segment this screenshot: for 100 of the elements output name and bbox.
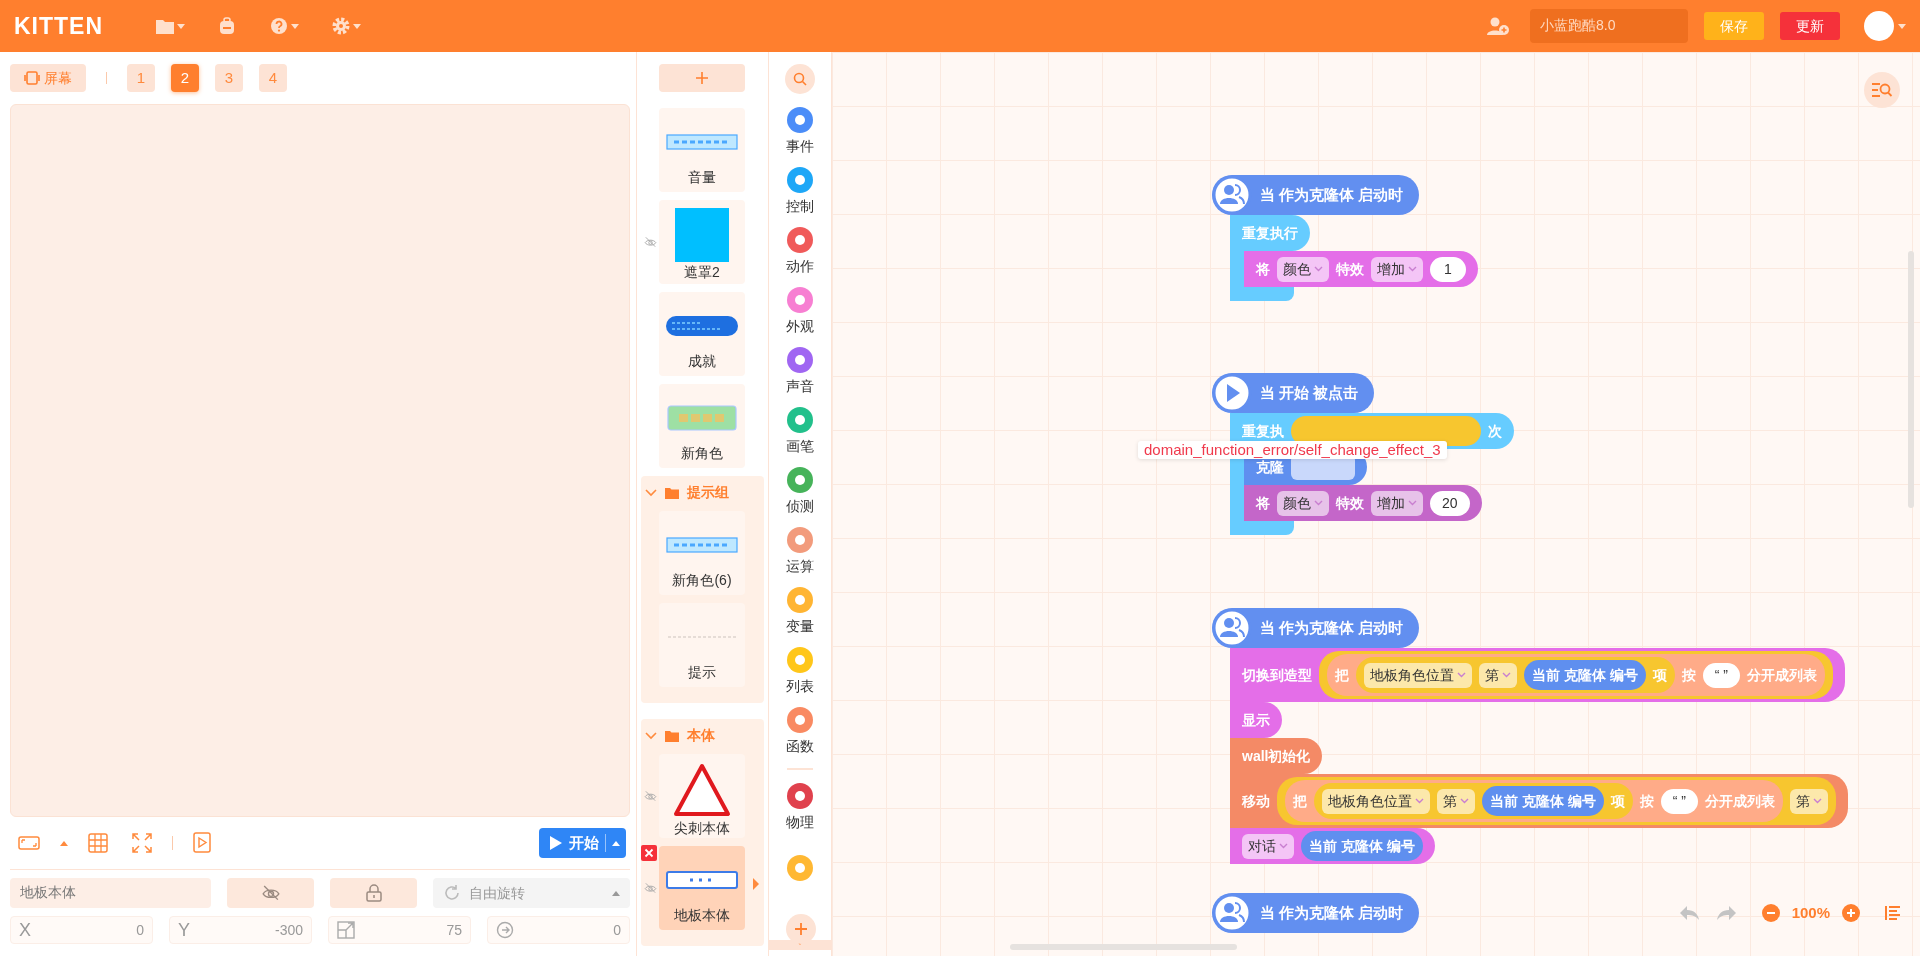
block-dropdown[interactable]: 地板角色位置: [1322, 788, 1430, 814]
reporter-block[interactable]: 把 地板角色位置 第 当前 克隆体 编号 项 按 “ ” 分开成列表: [1327, 654, 1825, 696]
block-label: 把: [1293, 791, 1307, 811]
block-dropdown[interactable]: 增加: [1371, 490, 1423, 516]
visibility-button[interactable]: [227, 878, 315, 908]
people-icon: [1212, 608, 1252, 648]
field-label: X: [19, 919, 31, 941]
category-item[interactable]: 画笔: [786, 402, 814, 462]
sprite-card[interactable]: 新角色(6): [659, 511, 745, 595]
block-search-button[interactable]: [1864, 72, 1900, 108]
category-item[interactable]: 函数: [786, 702, 814, 762]
block-label: 将: [1256, 259, 1270, 279]
hat-label: 当 作为克隆体 启动时: [1260, 617, 1404, 638]
sprite-name: 新角色(6): [672, 571, 732, 590]
sprite-name: 地板本体: [674, 906, 730, 925]
block-label: 按: [1681, 665, 1696, 685]
block-label: 项: [1652, 665, 1667, 685]
block-dropdown[interactable]: 增加: [1371, 256, 1423, 282]
caret-up-icon: [612, 840, 620, 846]
block-label: 分开成列表: [1747, 665, 1817, 685]
grid-icon: [88, 833, 108, 853]
block-label: 将: [1256, 493, 1270, 513]
category-item[interactable]: 运算: [786, 522, 814, 582]
sprite-card[interactable]: 音量: [659, 108, 745, 192]
add-user-icon: [1486, 16, 1510, 36]
start-button[interactable]: 开始: [539, 828, 626, 858]
sprite-thumbnail: [666, 315, 738, 336]
update-button[interactable]: 更新: [1780, 12, 1840, 40]
add-extension-button[interactable]: [786, 914, 816, 944]
block-label: 次: [1488, 421, 1502, 441]
text-field[interactable]: “ ”: [1702, 662, 1740, 688]
block-dropdown[interactable]: 对话: [1242, 833, 1294, 859]
category-item[interactable]: 变量: [786, 582, 814, 642]
sprite-name: 成就: [688, 352, 716, 371]
redo-icon: [1715, 904, 1738, 922]
code-block[interactable]: 切换到造型 把 地板角色位置 第 当前 克隆体 编号 项 按 “ ” 分开成列表: [1230, 648, 1845, 702]
delete-icon[interactable]: [641, 845, 657, 861]
search-list-icon: [1871, 81, 1893, 99]
code-block[interactable]: 将 颜色 特效 增加 1: [1244, 251, 1478, 287]
block-dropdown[interactable]: 第: [1479, 662, 1517, 688]
horizontal-scrollbar[interactable]: [1010, 944, 1237, 950]
settings-icon: [331, 17, 352, 35]
block-label: 按: [1639, 791, 1654, 811]
sprite-card[interactable]: 成就: [659, 292, 745, 376]
category-item[interactable]: 物理: [786, 778, 814, 838]
caret-down-icon: [353, 23, 362, 29]
number-field[interactable]: 20: [1430, 490, 1470, 516]
reporter-block[interactable]: 把 地板角色位置 第 当前 克隆体 编号 项 按 “ ” 分开成列表: [1285, 780, 1783, 822]
chevron-down-icon: [1408, 500, 1417, 506]
category-item[interactable]: 列表: [786, 642, 814, 702]
chevron-down-icon[interactable]: [645, 731, 657, 740]
category-item[interactable]: 声音: [786, 342, 814, 402]
sprite-thumbnail: [666, 133, 738, 150]
aspect-ratio-icon: [18, 835, 40, 851]
align-left-icon: [1884, 905, 1902, 921]
reporter-block[interactable]: 把 地板角色位置 第 当前 克隆体 编号 项 按 “ ” 分开成列表 第: [1277, 777, 1836, 825]
category-item[interactable]: 侦测: [786, 462, 814, 522]
block-label: 把: [1335, 665, 1349, 685]
block-label: 当前 克隆体 编号: [1309, 836, 1415, 856]
block-label: 分开成列表: [1705, 791, 1775, 811]
sprite-card[interactable]: 提示: [659, 603, 745, 687]
caret-right-icon: [753, 878, 759, 890]
sprite-card[interactable]: 遮罩2: [659, 200, 745, 284]
reporter-block[interactable]: 把 地板角色位置 第 当前 克隆体 编号 项 按 “ ” 分开成列表: [1319, 651, 1833, 699]
chevron-down-icon[interactable]: [645, 488, 657, 497]
triangle-thumbnail: [672, 762, 732, 818]
chevron-down-icon: [1415, 798, 1424, 804]
reporter-slot[interactable]: [1291, 416, 1481, 446]
category-item[interactable]: 动作: [786, 222, 814, 282]
code-block[interactable]: 移动 把 地板角色位置 第 当前 克隆体 编号 项 按 “ ” 分开成列表 第: [1230, 774, 1848, 828]
block-dropdown[interactable]: 颜色: [1277, 256, 1329, 282]
lock-button[interactable]: [330, 878, 418, 908]
rotate-icon: [443, 884, 462, 902]
field-label: Y: [178, 919, 190, 941]
text-field[interactable]: “ ”: [1660, 788, 1698, 814]
caret-up-icon: [612, 890, 620, 896]
code-block[interactable]: 对话 当前 克隆体 编号: [1230, 828, 1435, 864]
category-item[interactable]: 事件: [786, 102, 814, 162]
sprite-name-field[interactable]: 地板本体: [10, 878, 211, 908]
search-button[interactable]: [785, 64, 815, 94]
sprite-name: 提示: [688, 663, 716, 682]
category-item[interactable]: 控制: [786, 162, 814, 222]
sprite-name: 尖刺本体: [674, 819, 730, 838]
reporter-block[interactable]: 地板角色位置 第 当前 克隆体 编号 项: [1314, 783, 1633, 819]
code-block[interactable]: 将 颜色 特效 增加 20: [1244, 485, 1482, 521]
play-screen-icon: [193, 832, 211, 854]
caret-down-icon: [1898, 23, 1906, 29]
block-dropdown[interactable]: 颜色: [1277, 490, 1329, 516]
category-item[interactable]: 外观: [786, 282, 814, 342]
sprite-card[interactable]: 尖刺本体: [659, 754, 745, 838]
block-dropdown[interactable]: 地板角色位置: [1364, 662, 1472, 688]
block-dropdown[interactable]: 第: [1790, 788, 1828, 814]
sprite-card[interactable]: 新角色: [659, 384, 745, 468]
vertical-scrollbar[interactable]: [1908, 251, 1914, 508]
zoom-level: 100%: [1791, 902, 1830, 923]
block-dropdown[interactable]: 第: [1437, 788, 1475, 814]
reporter-block[interactable]: 地板角色位置 第 当前 克隆体 编号 项: [1356, 657, 1675, 693]
folder-icon: [665, 486, 679, 499]
avatar[interactable]: [1864, 11, 1894, 41]
number-field[interactable]: 1: [1430, 256, 1466, 282]
